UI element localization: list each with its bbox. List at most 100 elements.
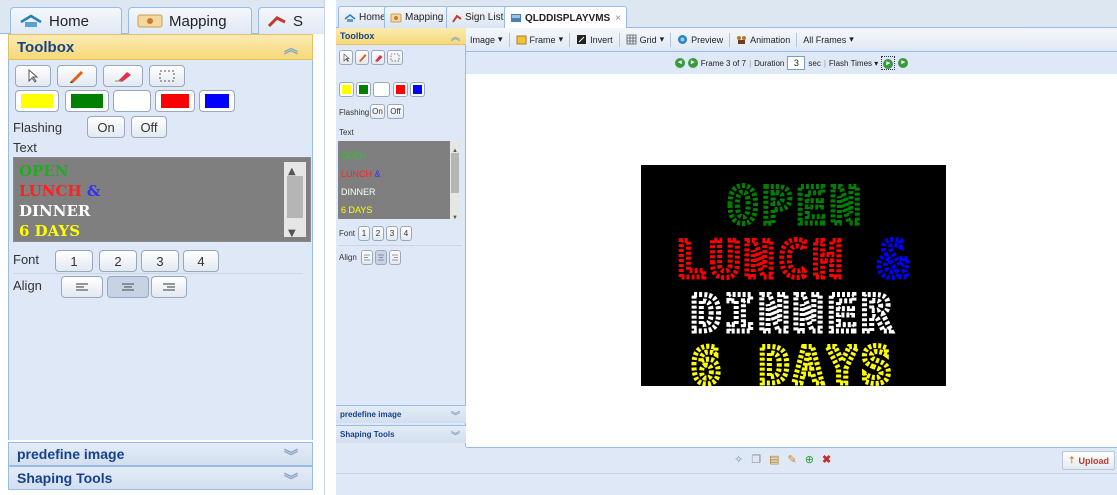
all-frames-menu[interactable]: All Frames ▾ [799,30,858,50]
font-size-4[interactable]: 4 [400,226,412,241]
home-icon [344,13,356,22]
zoom-shaping-tools-header[interactable]: Shaping Tools ︾ [8,466,313,490]
eraser-tool-button[interactable] [371,50,385,65]
frame-navigation-bar: ◂ ▸ Frame 3 of 7 | Duration 3 sec | Flas… [466,52,1117,74]
zoom-toolbox-header[interactable]: Toolbox ︽ [8,34,313,60]
zoom-font-3[interactable]: 3 [141,250,179,272]
last-frame-icon[interactable]: ▸ [898,58,909,68]
zoom-align-right[interactable] [151,276,187,298]
swatch-red[interactable] [393,82,408,97]
vms-sign-display[interactable]: OPEN LUNCH & DINNER 6 DAYS [641,165,946,398]
swatch-yellow[interactable] [339,82,354,97]
zoom-text-ampersand: & [81,182,101,200]
zoom-text-area[interactable]: OPEN LUNCH & DINNER 6 DAYS ▲ ▼ [13,157,311,242]
bottom-toolbar: ✧ ❐ ▤ ✎ ⊕ ✖ ⇡ Upload [466,447,1117,473]
copy-icon[interactable]: ❐ [751,453,761,466]
pencil-tool-button[interactable] [355,50,369,65]
swatch-blue[interactable] [410,82,425,97]
zoom-swatch-green[interactable] [65,90,109,112]
scroll-down-icon[interactable]: ▼ [288,224,296,244]
pointer-tool-button[interactable] [339,50,353,65]
expand-down-icon[interactable]: ︾ [451,409,460,422]
font-size-3[interactable]: 3 [386,226,398,241]
zoom-flash-on-button[interactable]: On [87,116,125,138]
expand-down-icon[interactable]: ︾ [451,429,460,442]
font-size-1-label: 1 [361,229,367,238]
align-center-icon [122,283,134,291]
invert-button[interactable]: Invert [572,30,617,50]
zoom-tab-mapping[interactable]: Mapping [128,7,252,34]
delete-icon[interactable]: ✖ [822,453,831,466]
duration-input[interactable]: 3 [787,56,806,70]
scroll-thumb[interactable] [451,153,459,193]
scroll-down-icon[interactable]: ▼ [452,209,458,227]
flash-times-menu[interactable]: Flash Times ▾ [829,59,878,68]
align-left-button[interactable] [361,250,373,265]
toolbox-header[interactable]: Toolbox ︽ [336,28,466,45]
collapse-up-icon[interactable]: ︽ [284,38,298,58]
zoom-pencil-tool[interactable] [57,65,97,87]
animation-button[interactable]: Animation [732,30,794,50]
align-right-button[interactable] [389,250,401,265]
sign-text-lunch: LUNCH [676,231,847,289]
zoom-font-1[interactable]: 1 [55,250,93,272]
zoom-pointer-tool[interactable] [15,65,51,87]
expand-down-icon[interactable]: ︾ [284,470,298,490]
add-icon[interactable]: ⊕ [805,453,814,466]
brush-icon[interactable]: ✎ [788,453,797,466]
zoom-tab-home[interactable]: Home [10,7,122,34]
sign-canvas[interactable]: OPEN LUNCH & DINNER 6 DAYS [466,74,1117,447]
preview-button[interactable]: Preview [673,30,727,50]
font-size-1[interactable]: 1 [358,226,370,241]
zoom-align-left[interactable] [61,276,103,298]
zoom-tab-home-label: Home [49,12,90,30]
pencil-icon [358,54,366,62]
zoom-swatch-blue[interactable] [199,90,235,112]
collapse-up-icon[interactable]: ︽ [451,30,460,43]
zoom-swatch-red[interactable] [155,90,195,112]
swatch-green[interactable] [356,82,371,97]
shaping-tools-header[interactable]: Shaping Tools ︾ [336,425,466,443]
zoom-flash-off-button[interactable]: Off [131,116,167,138]
scroll-thumb[interactable] [287,176,303,218]
swatch-fill [205,94,229,108]
frame-menu[interactable]: Frame ▾ [512,30,568,50]
zoom-predefine-image-header[interactable]: predefine image ︾ [8,442,313,466]
zoom-tab-sign[interactable]: S [258,7,324,34]
shaping-tools-label: Shaping Tools [340,430,395,439]
predefine-image-header[interactable]: predefine image ︾ [336,405,466,423]
zoom-swatch-yellow[interactable] [15,90,59,112]
pin-icon[interactable]: ✧ [734,453,743,466]
grid-menu[interactable]: Grid ▾ [622,30,669,50]
next-frame-icon[interactable]: ▸ [687,58,698,68]
select-tool-button[interactable] [387,50,403,65]
text-area-scrollbar[interactable]: ▲ ▼ [450,141,460,221]
tab-sign-list[interactable]: Sign List [446,6,510,28]
zoom-swatch-white[interactable] [113,90,151,112]
close-tab-icon[interactable]: × [615,13,621,24]
sign-text-area[interactable]: OPEN LUNCH & DINNER 6 DAYS ▲ ▼ [338,141,460,221]
tab-qlddisplayvms[interactable]: QLDDISPLAYVMS × [504,6,628,29]
play-button[interactable]: ▸ [881,56,896,70]
zoom-eraser-tool[interactable] [103,65,143,87]
flash-off-button[interactable]: Off [387,104,404,119]
image-menu[interactable]: Image ▾ [466,30,507,50]
tab-mapping[interactable]: Mapping [384,6,450,28]
toolbar-separator [569,32,571,47]
expand-down-icon[interactable]: ︾ [284,446,298,466]
paste-icon[interactable]: ▤ [769,453,779,466]
zoom-align-center[interactable] [107,276,149,298]
swatch-white[interactable] [373,82,390,97]
previous-frame-icon[interactable]: ◂ [674,58,685,68]
zoom-text-scrollbar[interactable]: ▲ ▼ [284,162,306,239]
zoom-font-4[interactable]: 4 [183,250,219,272]
sign-text-dinner: DINNER [691,285,896,343]
frame-counter: Frame 3 of 7 [700,58,747,68]
align-center-button[interactable] [375,250,387,265]
zoom-tab-sign-label: S [293,12,304,30]
font-size-2[interactable]: 2 [372,226,384,241]
zoom-select-tool[interactable] [149,65,185,87]
zoom-font-2[interactable]: 2 [99,250,137,272]
upload-button[interactable]: ⇡ Upload [1061,451,1115,470]
flash-on-button[interactable]: On [370,104,385,119]
